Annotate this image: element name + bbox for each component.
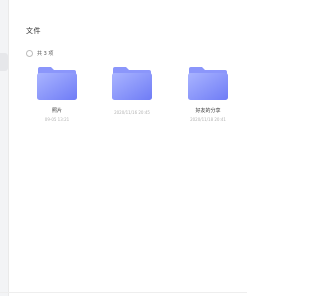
folder-time: 2020/11/18 20:41: [190, 117, 226, 122]
folder-item-photos[interactable]: 照片 09-05 13:21: [27, 66, 87, 130]
item-count-label: 共 3 项: [37, 51, 54, 57]
left-sidebar-rail: [0, 0, 9, 296]
folder-name: 好友的分享: [195, 108, 221, 114]
folder-item-unnamed[interactable]: 2020/11/16 20:45: [102, 66, 162, 130]
folder-icon: [112, 67, 152, 100]
folder-icon: [37, 67, 77, 100]
folder-time: 2020/11/16 20:45: [114, 110, 150, 115]
page-title: 文件: [26, 27, 41, 35]
folder-time: 09-05 13:21: [44, 117, 70, 122]
select-all-row[interactable]: 共 3 项: [26, 50, 53, 57]
file-browser-screen: 文件 共 3 项 照片 09-05 13:21 2020/11/16 20:45…: [0, 0, 247, 296]
select-all-checkbox[interactable]: [26, 50, 33, 57]
bottom-divider: [0, 292, 247, 293]
folder-item-friends-share[interactable]: 好友的分享 2020/11/18 20:41: [178, 66, 238, 130]
folder-grid: 照片 09-05 13:21 2020/11/16 20:45 好友的分享 20…: [0, 66, 247, 136]
folder-name: 照片: [51, 108, 62, 114]
folder-icon: [188, 67, 228, 100]
